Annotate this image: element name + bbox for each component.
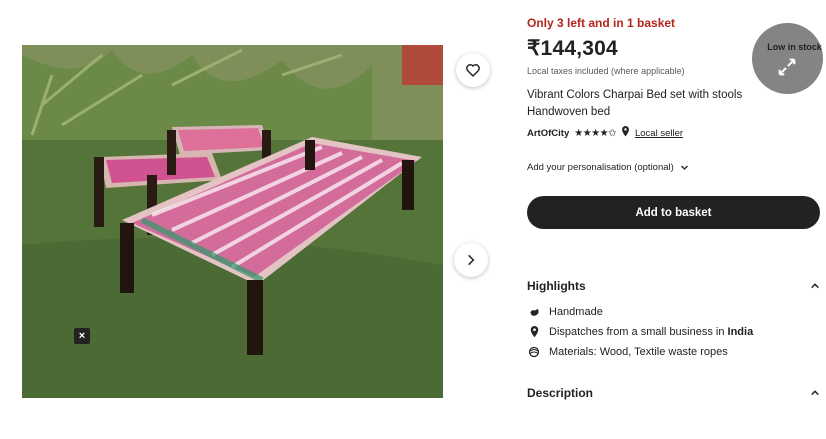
price: ₹144,304 (527, 37, 618, 60)
close-icon[interactable]: × (74, 328, 90, 344)
dispatch-prefix: Dispatches from a small business in (549, 326, 728, 338)
highlight-text: Handmade (549, 306, 603, 318)
heart-icon (466, 64, 480, 77)
seller-row: ArtOfCity ★★★★✩ Local seller (527, 126, 683, 140)
local-seller-link[interactable]: Local seller (635, 128, 683, 139)
expand-arrows-icon (778, 58, 796, 76)
stock-notice: Only 3 left and in 1 basket (527, 16, 676, 30)
chevron-up-icon (811, 390, 819, 396)
chevron-right-icon (468, 254, 475, 266)
low-stock-label: Low in stock (767, 41, 822, 52)
chevron-down-icon (680, 165, 688, 170)
product-title: Vibrant Colors Charpai Bed set with stoo… (527, 89, 743, 118)
highlight-text: Materials: Wood, Textile waste ropes (549, 346, 728, 358)
location-pin-icon (621, 126, 630, 140)
highlight-dispatch: Dispatches from a small business in Indi… (527, 326, 753, 338)
rating-stars: ★★★★✩ (574, 127, 616, 139)
personalisation-toggle[interactable]: Add your personalisation (optional) (527, 162, 689, 173)
seller-name[interactable]: ArtOfCity (527, 128, 569, 139)
product-image[interactable]: × (22, 45, 443, 398)
personalisation-label: Add your personalisation (optional) (527, 162, 674, 173)
hand-icon (527, 307, 541, 318)
tax-note: Local taxes included (where applicable) (527, 66, 685, 76)
chevron-up-icon (811, 283, 819, 289)
description-heading: Description (527, 386, 594, 400)
next-image-button[interactable] (454, 243, 488, 277)
highlight-text: Dispatches from a small business in Indi… (549, 326, 753, 338)
location-pin-icon (527, 326, 541, 338)
charpai-bed-photo (22, 45, 443, 398)
highlight-handmade: Handmade (527, 306, 603, 318)
dispatch-country: India (727, 326, 754, 338)
description-header[interactable]: Description (527, 386, 820, 400)
favorite-button[interactable] (456, 53, 490, 87)
low-stock-badge[interactable]: Low in stock (752, 23, 823, 94)
yarn-icon (527, 346, 541, 358)
highlights-heading: Highlights (527, 279, 586, 293)
highlights-header[interactable]: Highlights (527, 279, 820, 293)
add-to-basket-button[interactable]: Add to basket (527, 196, 820, 229)
highlight-materials: Materials: Wood, Textile waste ropes (527, 346, 728, 358)
